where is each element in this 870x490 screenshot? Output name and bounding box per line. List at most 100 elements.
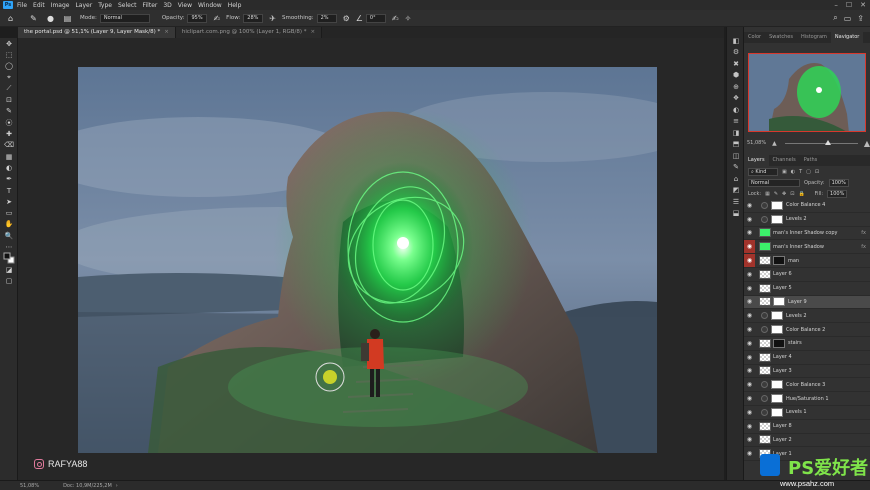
layer-name[interactable]: Layer 9 bbox=[788, 299, 870, 305]
layer-name[interactable]: Layer 5 bbox=[773, 285, 870, 291]
filter-pixel-icon[interactable]: ▣ bbox=[782, 169, 787, 175]
tab-navigator[interactable]: Navigator bbox=[830, 32, 864, 43]
menu-window[interactable]: Window bbox=[198, 2, 222, 9]
layer-name[interactable]: Layer 4 bbox=[773, 354, 870, 360]
layer-row[interactable]: ◉ stairs bbox=[744, 337, 870, 351]
move-tool-icon[interactable]: ✥ bbox=[0, 38, 18, 49]
navigator-preview[interactable] bbox=[748, 53, 866, 132]
tab-histogram[interactable]: Histogram bbox=[797, 32, 831, 43]
dock-icon[interactable]: ◧ bbox=[727, 35, 745, 47]
blend-mode-select[interactable]: Normal bbox=[748, 178, 800, 187]
layer-row[interactable]: ◉ Layer 5 bbox=[744, 282, 870, 296]
layer-mask-thumbnail[interactable] bbox=[771, 311, 783, 321]
brush-tool-icon[interactable]: ✎ bbox=[27, 12, 40, 25]
marquee-tool-icon[interactable]: ⬚ bbox=[0, 49, 18, 60]
layer-row[interactable]: ◉ Hue/Saturation 1 bbox=[744, 392, 870, 406]
status-zoom[interactable]: 51,08% bbox=[20, 483, 39, 489]
screen-mode-icon[interactable]: ▢ bbox=[0, 275, 18, 286]
zoom-in-icon[interactable]: ▲ bbox=[864, 139, 870, 148]
layer-row[interactable]: ◉ Layer 3 bbox=[744, 365, 870, 379]
workspace-icon[interactable]: ▭ bbox=[844, 14, 852, 23]
dock-icon[interactable]: ⊕ bbox=[727, 81, 745, 93]
layer-row[interactable]: ◉ man's Inner Shadow fx bbox=[744, 240, 870, 255]
opacity-field[interactable]: 95% bbox=[187, 13, 208, 23]
tab-swatches[interactable]: Swatches bbox=[765, 32, 797, 43]
lock-pixels-icon[interactable]: ▦ bbox=[765, 191, 770, 197]
lock-paint-icon[interactable]: ✎ bbox=[774, 191, 778, 197]
search-icon[interactable]: ⌕ bbox=[833, 13, 837, 23]
quick-mask-icon[interactable]: ◪ bbox=[0, 264, 18, 275]
dodge-tool-icon[interactable]: ◐ bbox=[0, 162, 18, 173]
lock-all-icon[interactable]: 🔒 bbox=[798, 191, 804, 197]
color-swatches-icon[interactable] bbox=[0, 252, 18, 264]
filter-type-icon[interactable]: T bbox=[799, 169, 802, 175]
visibility-eye-icon[interactable]: ◉ bbox=[744, 271, 755, 278]
layer-thumbnail[interactable] bbox=[759, 242, 771, 252]
layer-thumbnail[interactable] bbox=[759, 228, 771, 238]
zoom-slider-handle[interactable] bbox=[824, 139, 831, 145]
dock-icon[interactable]: ⬢ bbox=[727, 70, 745, 82]
lock-move-icon[interactable]: ✥ bbox=[782, 191, 786, 197]
tab-layers[interactable]: Layers bbox=[744, 155, 769, 166]
home-icon[interactable]: ⌂ bbox=[4, 12, 17, 25]
layer-mask-thumbnail[interactable] bbox=[773, 297, 785, 307]
close-tab-icon[interactable]: × bbox=[310, 29, 315, 35]
layer-thumbnail[interactable] bbox=[759, 269, 771, 279]
visibility-eye-icon[interactable]: ◉ bbox=[744, 326, 755, 333]
dock-icon[interactable]: ≡ bbox=[727, 116, 745, 128]
adjustment-icon[interactable] bbox=[761, 312, 768, 320]
close-tab-icon[interactable]: × bbox=[164, 29, 169, 35]
hand-tool-icon[interactable]: ✋ bbox=[0, 219, 18, 230]
menu-file[interactable]: File bbox=[17, 2, 27, 9]
layer-thumbnail[interactable] bbox=[759, 421, 771, 431]
type-tool-icon[interactable]: T bbox=[0, 185, 18, 196]
layer-name[interactable]: stairs bbox=[788, 340, 870, 346]
layer-row[interactable]: ◉ Levels 2 bbox=[744, 213, 870, 227]
dock-icon[interactable]: ◩ bbox=[727, 185, 745, 197]
layer-row[interactable]: ◉ Color Balance 3 bbox=[744, 378, 870, 393]
layer-row[interactable]: ◉ Color Balance 2 bbox=[744, 323, 870, 337]
menu-filter[interactable]: Filter bbox=[143, 2, 158, 9]
filter-kind-select[interactable]: ⌕ Kind bbox=[748, 167, 778, 176]
menu-type[interactable]: Type bbox=[98, 2, 112, 9]
path-select-tool-icon[interactable]: ➤ bbox=[0, 196, 18, 207]
layer-opacity-field[interactable]: 100% bbox=[828, 178, 849, 187]
visibility-eye-icon[interactable]: ◉ bbox=[744, 367, 755, 374]
adjustment-icon[interactable] bbox=[761, 395, 768, 403]
navigator-zoom-value[interactable]: 51,08% bbox=[747, 140, 766, 146]
crop-tool-icon[interactable]: ⟋ bbox=[0, 83, 18, 94]
layer-thumbnail[interactable] bbox=[759, 352, 771, 362]
dock-icon[interactable]: ⚙ bbox=[727, 47, 745, 59]
tab-hiclipart[interactable]: hiclipart.com.png @ 100% (Layer 1, RGB/8… bbox=[175, 27, 323, 38]
filter-adjust-icon[interactable]: ◐ bbox=[791, 169, 795, 175]
document-canvas[interactable] bbox=[78, 67, 657, 453]
layer-thumbnail[interactable] bbox=[759, 435, 771, 445]
menu-help[interactable]: Help bbox=[228, 2, 242, 9]
layer-mask-thumbnail[interactable] bbox=[771, 407, 783, 417]
rectangle-tool-icon[interactable]: ▭ bbox=[0, 207, 18, 218]
layer-mask-thumbnail[interactable] bbox=[771, 394, 783, 404]
layer-thumbnail[interactable] bbox=[759, 297, 771, 307]
visibility-eye-icon[interactable]: ◉ bbox=[744, 354, 755, 361]
zoom-out-icon[interactable]: ▲ bbox=[772, 140, 777, 147]
layer-row[interactable]: ◉ Levels 2 bbox=[744, 309, 870, 324]
minimize-button[interactable]: – bbox=[834, 1, 838, 9]
status-arrow-icon[interactable]: › bbox=[116, 483, 118, 489]
tab-channels[interactable]: Channels bbox=[769, 155, 800, 166]
adjustment-icon[interactable] bbox=[761, 408, 768, 416]
layer-row[interactable]: ◉ man's Inner Shadow copy fx bbox=[744, 227, 870, 241]
layer-thumbnail[interactable] bbox=[759, 283, 771, 293]
visibility-eye-icon[interactable]: ◉ bbox=[744, 436, 755, 443]
layer-mask-thumbnail[interactable] bbox=[771, 200, 783, 210]
layer-thumbnail[interactable] bbox=[759, 338, 771, 348]
angle-field[interactable]: 0° bbox=[365, 13, 386, 23]
visibility-eye-icon[interactable]: ◉ bbox=[744, 240, 755, 254]
brush-tool-icon[interactable]: ✚ bbox=[0, 128, 18, 139]
layer-row[interactable]: ◉ Levels 1 bbox=[744, 406, 870, 420]
layer-row[interactable]: ◉ Layer 8 bbox=[744, 420, 870, 434]
layer-mask-thumbnail[interactable] bbox=[773, 338, 785, 348]
dock-icon[interactable]: ✎ bbox=[727, 162, 745, 174]
adjustment-icon[interactable] bbox=[761, 381, 768, 389]
dock-icon[interactable]: ❖ bbox=[727, 93, 745, 105]
adjustment-icon[interactable] bbox=[761, 326, 768, 334]
